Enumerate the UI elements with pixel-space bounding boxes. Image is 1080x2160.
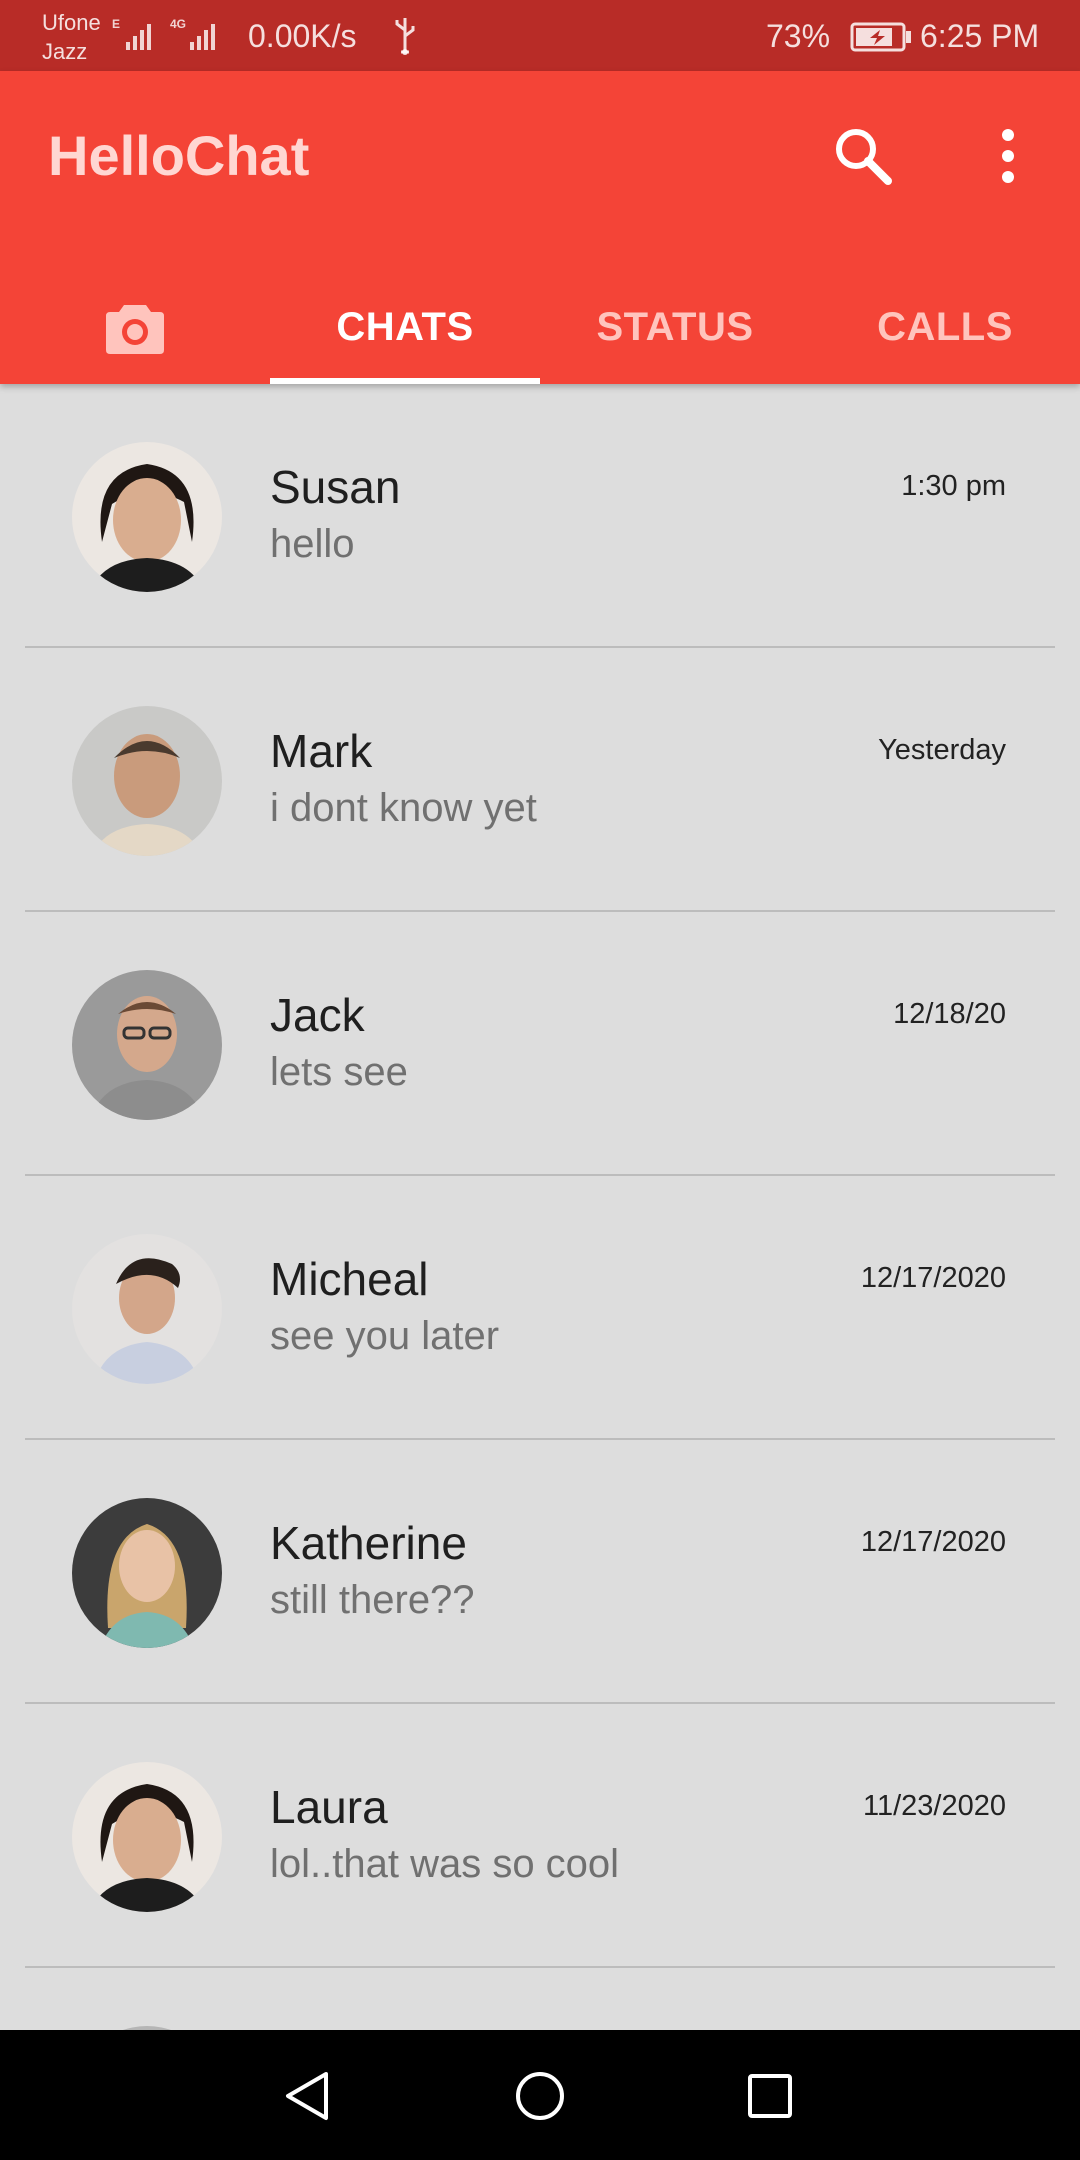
chat-last-message: hello (270, 522, 355, 566)
back-icon[interactable] (282, 2070, 332, 2122)
chat-list[interactable]: Susan hello 1:30 pm Mark i dont know yet… (0, 384, 1080, 2030)
chat-time: 12/17/2020 (860, 1526, 1006, 1558)
selected-tab-indicator (270, 378, 540, 384)
tab-status[interactable]: STATUS (540, 271, 810, 384)
chat-time: 12/18/20 (893, 998, 1006, 1030)
chat-name: Katherine (270, 1517, 467, 1569)
chat-item-susan[interactable]: Susan hello 1:30 pm (0, 384, 1080, 648)
app-bar: HelloChat CHATS STATUS CALLS (0, 71, 1080, 384)
chat-item-micheal[interactable]: Micheal see you later 12/17/2020 (0, 1176, 1080, 1440)
more-vert-icon (1002, 129, 1014, 183)
navigation-bar (0, 2030, 1080, 2160)
person-photo-icon (72, 970, 222, 1120)
chat-item-partial[interactable] (0, 1968, 1080, 2030)
search-icon (836, 129, 892, 185)
tab-bar: CHATS STATUS CALLS (0, 271, 1080, 384)
chat-name: Jack (270, 989, 365, 1041)
person-photo-icon (72, 1498, 222, 1648)
battery-charging-icon (850, 22, 911, 52)
avatar (72, 1762, 222, 1912)
home-icon[interactable] (514, 2070, 566, 2122)
avatar (72, 706, 222, 856)
chat-time: Yesterday (878, 734, 1006, 766)
carrier-line-2: Jazz (42, 39, 88, 64)
tab-camera[interactable] (0, 271, 270, 384)
person-photo-icon (72, 706, 222, 856)
chat-name: Micheal (270, 1253, 429, 1305)
chat-name: Laura (270, 1781, 388, 1833)
chat-time: 11/23/2020 (863, 1790, 1006, 1822)
carrier-line-1: Ufone (42, 10, 101, 35)
chat-item-jack[interactable]: Jack lets see 12/18/20 (0, 912, 1080, 1176)
person-photo-icon (72, 1762, 222, 1912)
chat-time: 1:30 pm (901, 470, 1006, 502)
app-title: HelloChat (48, 124, 310, 187)
search-button[interactable] (830, 123, 896, 189)
recents-icon[interactable] (746, 2072, 794, 2120)
avatar (72, 1234, 222, 1384)
person-photo-icon (72, 1234, 222, 1384)
signal-e-icon: E (112, 17, 151, 50)
signal-4g-icon: 4G (170, 17, 215, 50)
tab-calls[interactable]: CALLS (810, 271, 1080, 384)
chat-last-message: lets see (270, 1050, 408, 1094)
svg-text:E: E (112, 17, 120, 31)
chat-last-message: i dont know yet (270, 786, 537, 830)
svg-text:4G: 4G (170, 17, 186, 31)
chat-last-message: see you later (270, 1314, 500, 1358)
more-options-button[interactable] (990, 123, 1026, 189)
chat-time: 12/17/2020 (860, 1262, 1006, 1294)
chat-item-katherine[interactable]: Katherine still there?? 12/17/2020 (0, 1440, 1080, 1704)
battery-percent: 73% (766, 18, 831, 54)
chat-name: Mark (270, 725, 373, 777)
avatar (72, 442, 222, 592)
chat-item-mark[interactable]: Mark i dont know yet Yesterday (0, 648, 1080, 912)
usb-icon (395, 18, 415, 55)
avatar (72, 970, 222, 1120)
network-speed: 0.00K/s (248, 18, 357, 54)
person-photo-icon (72, 442, 222, 592)
camera-icon (106, 304, 164, 354)
tab-chats[interactable]: CHATS (270, 271, 540, 384)
chat-item-laura[interactable]: Laura lol..that was so cool 11/23/2020 (0, 1704, 1080, 1968)
chat-last-message: still there?? (270, 1578, 475, 1622)
status-bar: Ufone Jazz E 4G 0.00K/s 73% 6:25 PM (0, 0, 1080, 71)
chat-name: Susan (270, 461, 401, 513)
chat-last-message: lol..that was so cool (270, 1842, 620, 1886)
carrier-label: Ufone Jazz (42, 8, 101, 66)
clock: 6:25 PM (920, 18, 1040, 54)
avatar (72, 1498, 222, 1648)
